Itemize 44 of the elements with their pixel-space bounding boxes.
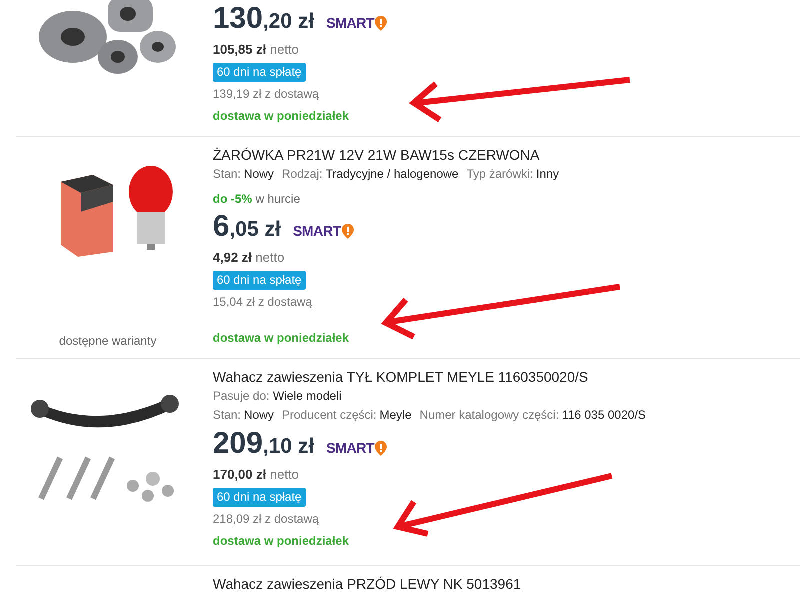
param-label: Producent części: [282,407,377,424]
installments-badge: 60 dni na spłatę [213,63,306,82]
listing-title[interactable]: Wahacz zawieszenia TYŁ KOMPLET MEYLE 1160350020/S [213,367,646,387]
delivery-price: 218,09 zł z dostawą [213,511,320,528]
param-label: Stan: [213,166,242,183]
netto-price: 105,85 zł [213,42,266,57]
delivery-date: dostawa w poniedziałek [213,533,350,550]
smart-label: SMART [326,6,388,40]
wholesale-label: w hurcie [256,192,300,206]
price: 130,20 zł [213,2,314,37]
netto-label: netto [270,42,300,57]
installments-badge: 60 dni na spłatę [213,488,306,507]
fits-label: Pasuje do: [213,389,270,403]
location-pin-icon [375,440,388,456]
param-value: Inny [536,166,560,183]
param-label: Numer katalogowy części: [420,407,560,424]
delivery-price: 139,19 zł z dostawą [213,86,320,103]
param-label: Rodzaj: [282,166,323,183]
param-value: Nowy [244,166,274,183]
param-label: Stan: [213,407,242,424]
param-label: Typ żarówki: [466,166,534,183]
netto-label: netto [270,467,300,482]
param-value: Meyle [380,407,412,424]
installments-badge: 60 dni na spłatę [213,271,306,290]
listing-title[interactable]: ŻARÓWKA PR21W 12V 21W BAW15s CZERWONA [213,145,560,165]
netto-price: 170,00 zł [213,467,266,482]
param-value: 116 035 0020/S [562,407,646,424]
netto-price: 4,92 zł [213,250,252,265]
location-pin-icon [342,224,354,238]
param-value: Tradycyjne / halogenowe [326,166,459,183]
wholesale-discount: do -5% [213,192,252,206]
price: 209,10 zł [213,427,314,462]
param-value: Nowy [244,407,274,424]
location-pin-icon [375,16,388,30]
delivery-date: dostawa w poniedziałek [213,330,350,347]
price: 6,05 zł [213,210,282,245]
delivery-price: 15,04 zł z dostawą [213,294,314,311]
listing-title[interactable]: Wahacz zawieszenia PRZÓD LEWY NK 5013961 [213,574,522,594]
smart-label: SMART [326,431,388,465]
variants-link[interactable]: dostępne warianty [59,332,157,350]
fits-value: Wiele modeli [273,389,342,403]
delivery-date: dostawa w poniedziałek [213,108,350,125]
netto-label: netto [256,250,285,265]
smart-label: SMART [293,214,354,248]
